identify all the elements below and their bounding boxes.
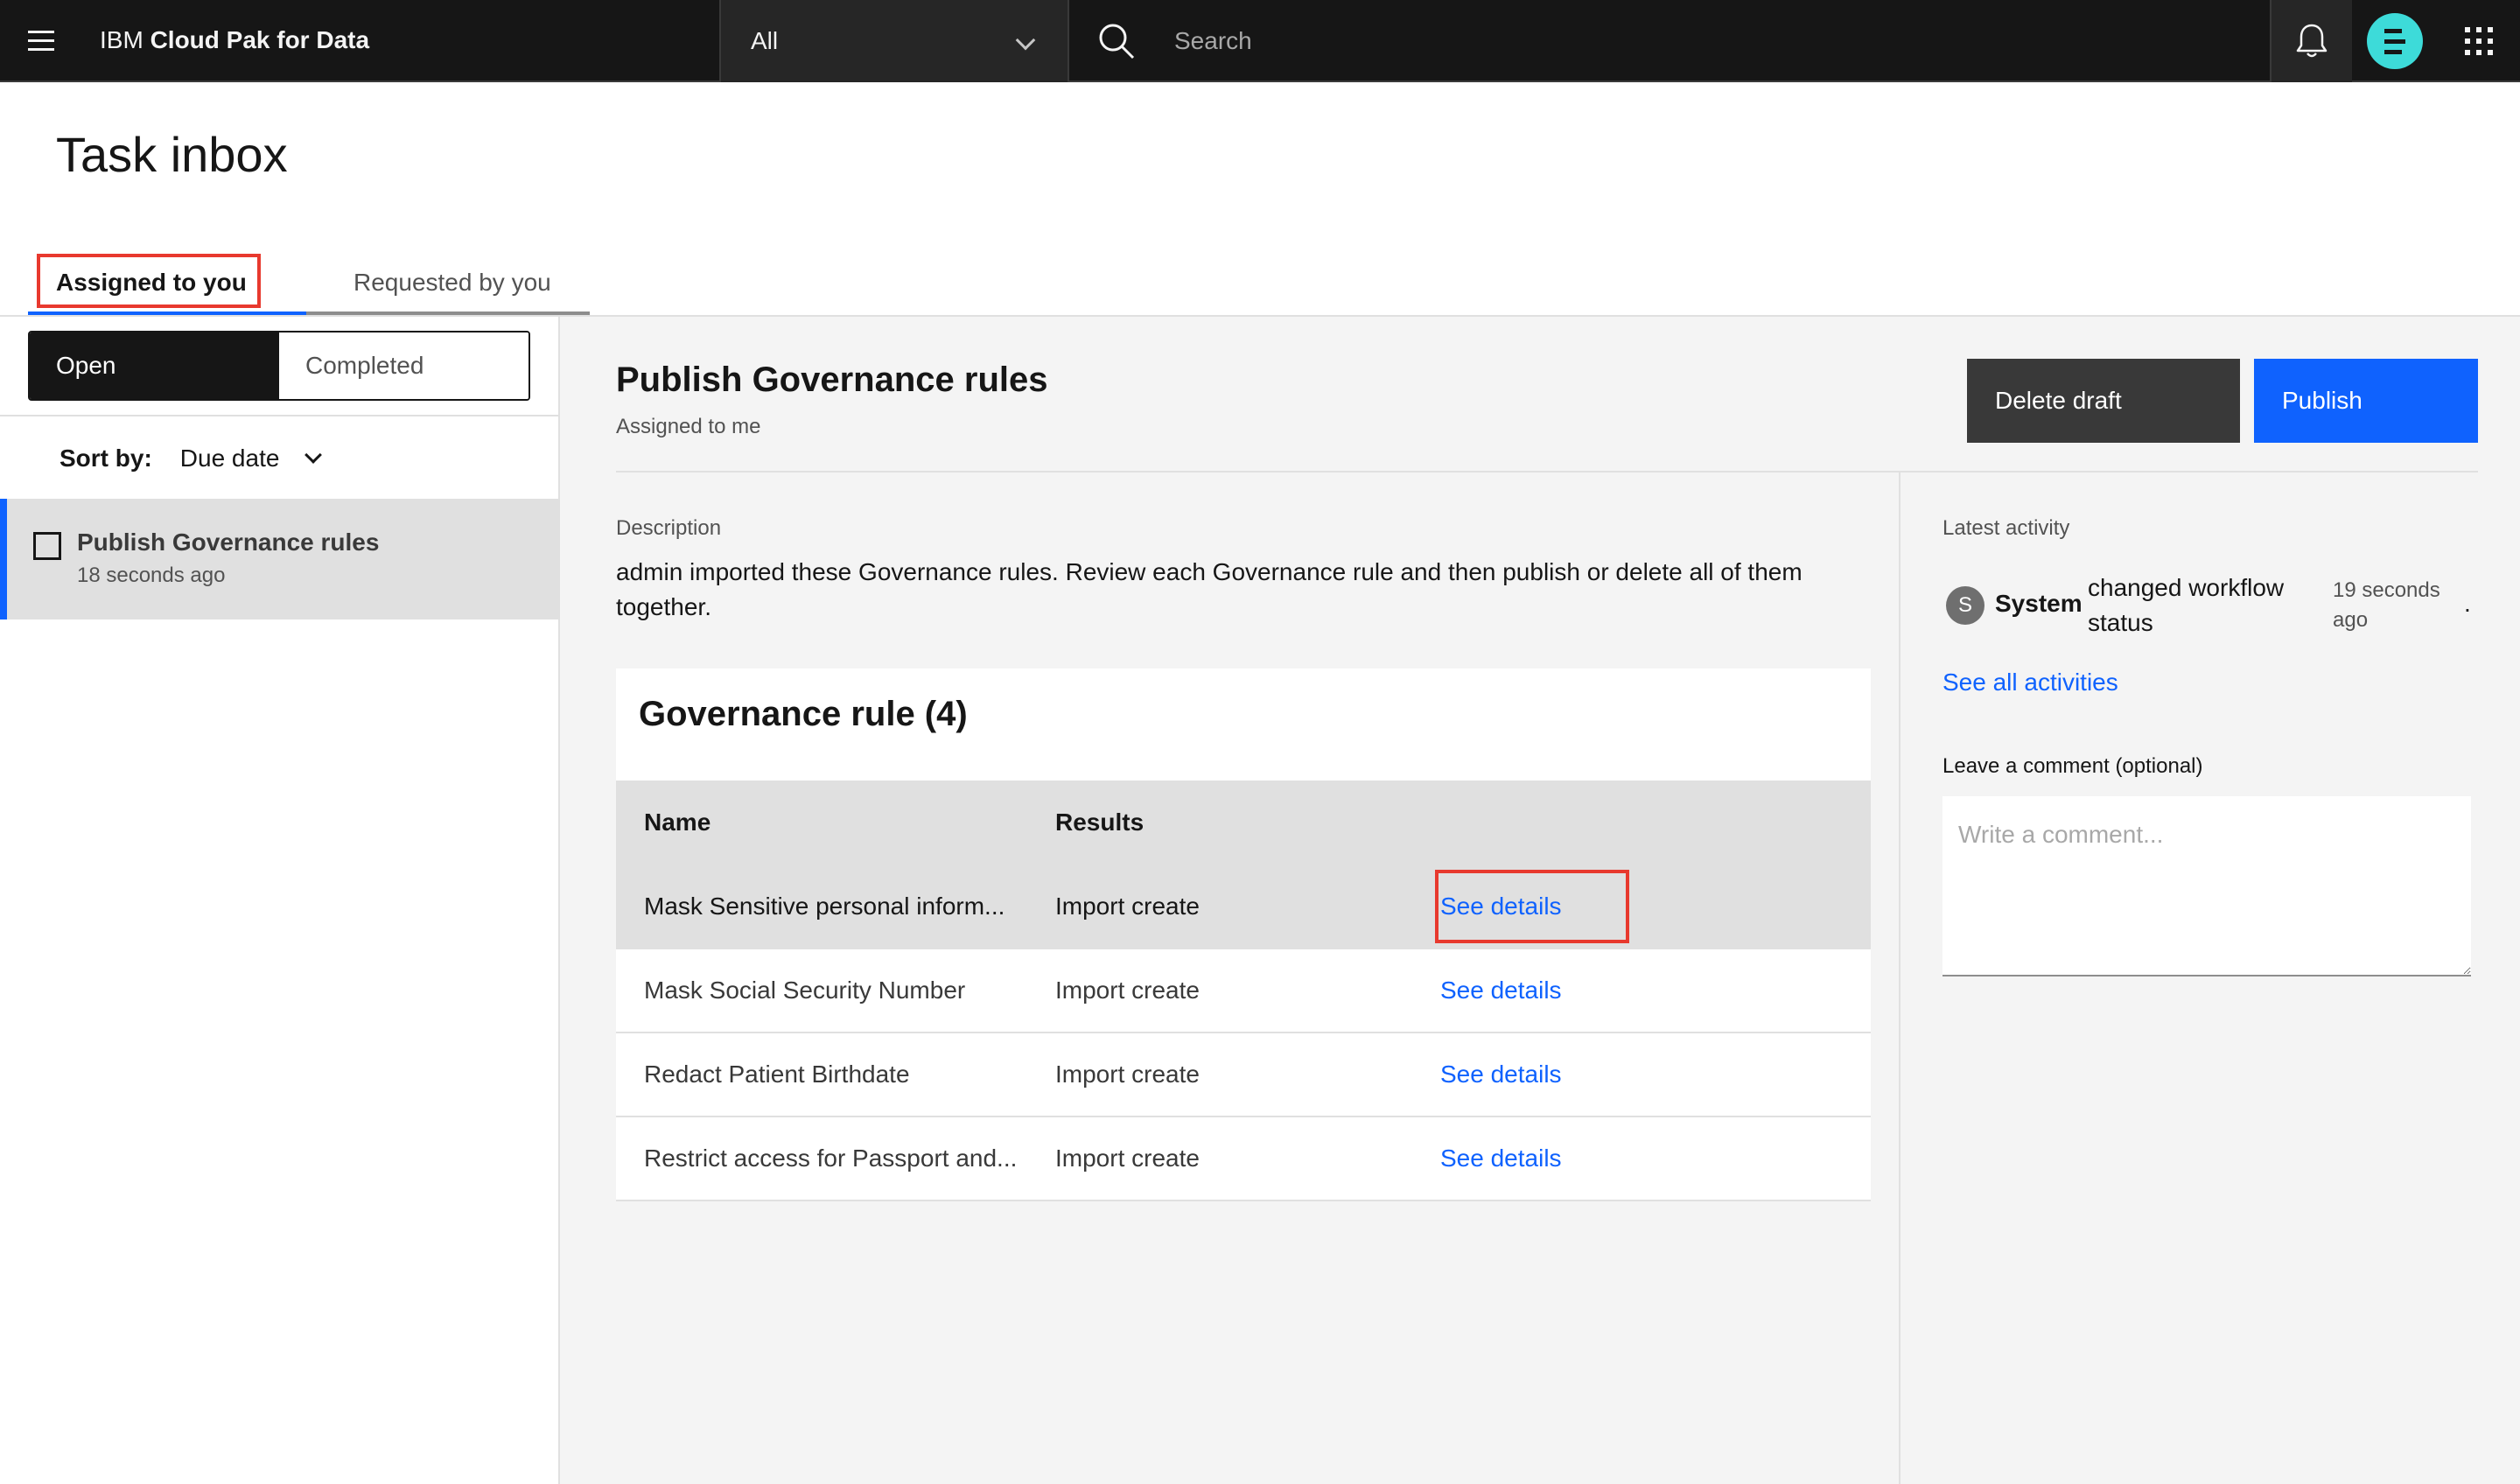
description-text: admin imported these Governance rules. R… xyxy=(616,558,1802,620)
activity-action: changed workflow status xyxy=(2088,574,2285,636)
chevron-down-icon xyxy=(1015,30,1036,51)
see-details-link[interactable]: See details xyxy=(1440,892,1562,920)
top-header: IBM Cloud Pak for Data All xyxy=(0,0,2520,82)
latest-activity-label: Latest activity xyxy=(1942,516,2070,540)
activity-time: 19 seconds ago xyxy=(2333,578,2440,632)
see-details-link[interactable]: See details xyxy=(1440,976,1562,1004)
column-header-name[interactable]: Name xyxy=(616,780,1055,864)
brand-prefix: IBM xyxy=(100,26,144,53)
task-item-time: 18 seconds ago xyxy=(77,564,226,587)
user-avatar-button[interactable] xyxy=(2354,0,2436,82)
task-detail-panel: Publish Governance rules Assigned to me … xyxy=(560,317,2520,1484)
rule-result: Import create xyxy=(1055,948,1440,1033)
rule-result: Import create xyxy=(1055,1116,1440,1201)
tab-assigned-to-you[interactable]: Assigned to you xyxy=(28,254,306,315)
rule-name: Restrict access for Passport and... xyxy=(616,1116,1055,1201)
panel-divider xyxy=(0,415,558,416)
notification-bell-icon[interactable] xyxy=(2270,0,2352,82)
task-list-panel: Open Completed Sort by: Due date Publish… xyxy=(0,317,560,1484)
product-name[interactable]: IBM Cloud Pak for Data xyxy=(100,26,719,54)
tab-label: Requested by you xyxy=(354,269,551,296)
rule-name: Mask Sensitive personal inform... xyxy=(616,864,1055,949)
task-title: Publish Governance rules xyxy=(616,360,1048,399)
column-header-actions xyxy=(1440,780,1871,864)
tab-requested-by-you[interactable]: Requested by you xyxy=(306,254,590,315)
task-list-item[interactable]: Publish Governance rules 18 seconds ago xyxy=(0,499,558,620)
rule-result: Import create xyxy=(1055,864,1440,949)
sort-label: Sort by: xyxy=(60,444,152,472)
description-label: Description xyxy=(616,516,722,540)
comment-textarea[interactable] xyxy=(1942,796,2471,976)
scope-value: All xyxy=(751,27,779,54)
column-divider xyxy=(1899,472,1900,1484)
status-switcher: Open Completed xyxy=(28,331,530,401)
see-details-link[interactable]: See details xyxy=(1440,1144,1562,1172)
delete-draft-button[interactable]: Delete draft xyxy=(1967,359,2240,443)
governance-rules-card: Governance rule (4) Name Results Mask Se… xyxy=(616,668,1871,1201)
column-header-results[interactable]: Results xyxy=(1055,780,1440,864)
activity-actor: System xyxy=(1995,590,2082,617)
search-input[interactable] xyxy=(1174,19,2224,63)
open-filter-button[interactable]: Open xyxy=(30,332,279,399)
user-avatar-icon xyxy=(2367,13,2423,69)
publish-button[interactable]: Publish xyxy=(2254,359,2478,443)
comment-label: Leave a comment (optional) xyxy=(1942,754,2203,778)
table-row[interactable]: Mask Social Security Number Import creat… xyxy=(616,948,1871,1033)
inbox-tabs: Assigned to you Requested by you xyxy=(28,254,590,315)
sort-control: Sort by: Due date xyxy=(60,444,323,472)
activity-avatar: S xyxy=(1946,586,1984,625)
sort-dropdown[interactable]: Due date xyxy=(179,444,323,472)
search-icon[interactable] xyxy=(1097,22,1136,60)
checkbox-icon[interactable] xyxy=(33,532,61,560)
menu-icon[interactable] xyxy=(0,0,82,81)
rule-name: Redact Patient Birthdate xyxy=(616,1032,1055,1117)
sort-value: Due date xyxy=(179,444,280,472)
rule-result: Import create xyxy=(1055,1032,1440,1117)
table-header-row: Name Results xyxy=(616,780,1871,864)
header-divider xyxy=(616,471,2478,472)
see-all-activities-link[interactable]: See all activities xyxy=(1942,668,2118,696)
search-bar xyxy=(1071,0,2266,82)
app-switcher-icon[interactable] xyxy=(2438,0,2520,82)
chevron-down-icon xyxy=(304,446,323,464)
table-row[interactable]: Redact Patient Birthdate Import create S… xyxy=(616,1032,1871,1117)
rules-title: Governance rule (4) xyxy=(639,695,968,733)
page-title: Task inbox xyxy=(56,127,288,182)
tab-label: Assigned to you xyxy=(56,269,247,296)
table-row[interactable]: Restrict access for Passport and... Impo… xyxy=(616,1116,1871,1201)
scope-dropdown[interactable]: All xyxy=(719,0,1069,82)
table-row[interactable]: Mask Sensitive personal inform... Import… xyxy=(616,864,1871,949)
brand-product: Cloud Pak for Data xyxy=(150,26,370,53)
task-assignee: Assigned to me xyxy=(616,415,761,438)
activity-trailing: . xyxy=(2464,590,2471,617)
see-details-link[interactable]: See details xyxy=(1440,1060,1562,1088)
rules-table: Name Results Mask Sensitive personal inf… xyxy=(616,780,1871,1201)
rule-name: Mask Social Security Number xyxy=(616,948,1055,1033)
task-item-title: Publish Governance rules xyxy=(77,528,380,556)
completed-filter-button[interactable]: Completed xyxy=(279,332,528,399)
